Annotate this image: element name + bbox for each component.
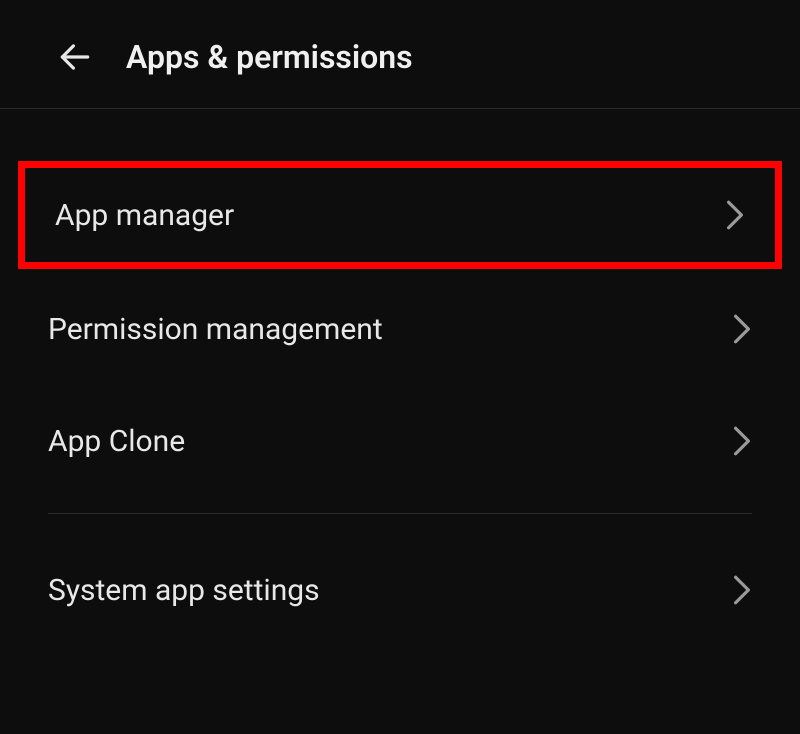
back-icon[interactable]	[56, 38, 94, 76]
list-item-label: App Clone	[48, 424, 185, 459]
list-item-system-app-settings[interactable]: System app settings	[0, 534, 800, 646]
divider	[48, 513, 752, 514]
header: Apps & permissions	[0, 0, 800, 109]
chevron-right-icon	[732, 313, 752, 345]
page-title: Apps & permissions	[126, 38, 413, 76]
settings-list: App manager Permission management App Cl…	[0, 109, 800, 646]
list-item-app-clone[interactable]: App Clone	[0, 385, 800, 497]
chevron-right-icon	[725, 199, 745, 231]
list-item-permission-management[interactable]: Permission management	[0, 273, 800, 385]
list-item-label: System app settings	[48, 573, 320, 608]
list-item-label: Permission management	[48, 312, 383, 347]
chevron-right-icon	[732, 425, 752, 457]
list-item-app-manager[interactable]: App manager	[18, 161, 782, 269]
list-item-label: App manager	[55, 198, 234, 233]
chevron-right-icon	[732, 574, 752, 606]
